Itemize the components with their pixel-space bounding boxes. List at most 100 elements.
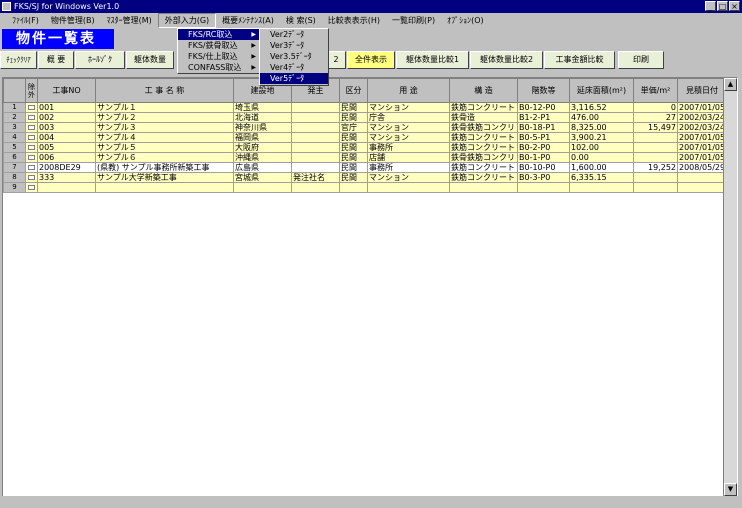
cell-unit-price[interactable]	[633, 182, 678, 193]
cell-estimate-date[interactable]: 2007/01/05	[676, 102, 728, 113]
cell-floors[interactable]	[517, 182, 570, 193]
summary-button[interactable]: 概 要	[38, 51, 74, 69]
close-button[interactable]: ×	[729, 1, 740, 11]
cell-category[interactable]: 官庁	[339, 122, 368, 133]
col-structure[interactable]: 構 造	[449, 78, 518, 103]
minimize-button[interactable]: _	[705, 1, 716, 11]
cell-site[interactable]: 北海道	[233, 112, 292, 123]
cell-project-no[interactable]: 003	[37, 122, 96, 133]
cell-project-name[interactable]: サンプル２	[95, 112, 234, 123]
cell-client[interactable]	[291, 182, 340, 193]
vertical-scrollbar[interactable]: ▲ ▼	[723, 78, 737, 496]
col-floor-area[interactable]: 延床面積(m²)	[569, 78, 634, 103]
check-clear-button[interactable]: ﾁｪｯｸｸﾘｱ	[0, 51, 37, 69]
cell-site[interactable]: 広島県	[233, 162, 292, 173]
cell-client[interactable]	[291, 142, 340, 153]
compare-2-button[interactable]: 2	[326, 51, 346, 69]
cell-project-name[interactable]: サンプル４	[95, 132, 234, 143]
exclude-checkbox[interactable]	[28, 175, 35, 180]
row-number[interactable]: 7	[3, 162, 26, 173]
cell-project-name[interactable]: サンプル大学新築工事	[95, 172, 234, 183]
cell-floors[interactable]: B0-10-P0	[517, 162, 570, 173]
cell-floors[interactable]: B0-1-P0	[517, 152, 570, 163]
cell-site[interactable]: 大阪府	[233, 142, 292, 153]
cell-structure[interactable]: 鉄骨造	[449, 112, 518, 123]
menu-file[interactable]: ﾌｧｲﾙ(F)	[6, 13, 45, 28]
cell-floors[interactable]: B0-18-P1	[517, 122, 570, 133]
exclude-cell[interactable]	[25, 122, 38, 133]
cell-project-name[interactable]: サンプル６	[95, 152, 234, 163]
menu-external-input[interactable]: 外部入力(G)	[157, 13, 217, 28]
cell-client[interactable]	[291, 132, 340, 143]
cell-category[interactable]: 民間	[339, 162, 368, 173]
col-unit-price[interactable]: 単価/m²	[633, 78, 678, 103]
cell-usage[interactable]: マンション	[367, 172, 450, 183]
cell-structure[interactable]: 鉄筋コンクリート	[449, 142, 518, 153]
col-exclude[interactable]: 除外	[25, 78, 38, 103]
cell-category[interactable]	[339, 182, 368, 193]
cell-estimate-date[interactable]	[676, 182, 728, 193]
cell-estimate-date[interactable]: 2007/01/05	[676, 132, 728, 143]
cell-client[interactable]	[291, 152, 340, 163]
cell-usage[interactable]: 事務所	[367, 162, 450, 173]
cell-category[interactable]: 民間	[339, 152, 368, 163]
exclude-checkbox[interactable]	[28, 105, 35, 110]
col-category[interactable]: 区分	[339, 78, 368, 103]
cell-estimate-date[interactable]: 2002/03/24	[676, 122, 728, 133]
cell-client[interactable]	[291, 162, 340, 173]
col-project-name[interactable]: 工 事 名 称	[95, 78, 234, 103]
exclude-cell[interactable]	[25, 142, 38, 153]
cell-site[interactable]: 宮城県	[233, 172, 292, 183]
cell-unit-price[interactable]: 15,497	[633, 122, 678, 133]
cell-category[interactable]: 民間	[339, 172, 368, 183]
cell-floor-area[interactable]: 102.00	[569, 142, 634, 153]
cell-project-no[interactable]: 004	[37, 132, 96, 143]
row-number[interactable]: 8	[3, 172, 26, 183]
cell-project-no[interactable]: 001	[37, 102, 96, 113]
cell-project-name[interactable]: サンプル５	[95, 142, 234, 153]
exclude-checkbox[interactable]	[28, 165, 35, 170]
cell-unit-price[interactable]	[633, 142, 678, 153]
scroll-down-icon[interactable]: ▼	[724, 483, 737, 496]
maximize-button[interactable]: □	[717, 1, 728, 11]
menu-item-ver35[interactable]: Ver3.5ﾃﾞｰﾀ	[260, 51, 328, 62]
cell-floor-area[interactable]: 3,900.21	[569, 132, 634, 143]
cell-estimate-date[interactable]: 2008/05/29	[676, 162, 728, 173]
row-number[interactable]: 6	[3, 152, 26, 163]
exclude-checkbox[interactable]	[28, 145, 35, 150]
cell-floor-area[interactable]: 6,335.15	[569, 172, 634, 183]
cell-structure[interactable]: 鉄筋コンクリート	[449, 162, 518, 173]
exclude-cell[interactable]	[25, 152, 38, 163]
cell-project-no[interactable]	[37, 182, 96, 193]
frame-compare-2-button[interactable]: 躯体数量比較2	[470, 51, 543, 69]
cell-floor-area[interactable]: 0.00	[569, 152, 634, 163]
menu-options[interactable]: ｵﾌﾟｼｮﾝ(O)	[441, 13, 490, 28]
col-usage[interactable]: 用 途	[367, 78, 450, 103]
cell-project-name[interactable]: サンプル３	[95, 122, 234, 133]
menu-item-fks-rc[interactable]: FKS/RC取込 ▶	[178, 29, 259, 40]
cell-category[interactable]: 民間	[339, 102, 368, 113]
cell-project-name[interactable]: (県教) サンプル事務所新築工事	[95, 162, 234, 173]
row-number[interactable]: 5	[3, 142, 26, 153]
row-number[interactable]: 9	[3, 182, 26, 193]
menu-summary-maintenance[interactable]: 概要ﾒﾝﾃﾅﾝｽ(A)	[216, 13, 280, 28]
cell-site[interactable]: 埼玉県	[233, 102, 292, 113]
horizontal-scrollbar[interactable]	[2, 496, 738, 506]
table-row[interactable]: 9	[3, 182, 728, 193]
row-number[interactable]: 2	[3, 112, 26, 123]
cell-usage[interactable]: 店舗	[367, 152, 450, 163]
exclude-cell[interactable]	[25, 182, 38, 193]
frame-compare-1-button[interactable]: 躯体数量比較1	[396, 51, 469, 69]
exclude-cell[interactable]	[25, 132, 38, 143]
cell-unit-price[interactable]	[633, 132, 678, 143]
cell-floors[interactable]: B0-3-P0	[517, 172, 570, 183]
table-row[interactable]: 2 002 サンプル２ 北海道 民間 庁舎 鉄骨造 B1-2-P1 476.00 27 2002/0…	[3, 112, 728, 123]
menu-item-fks-finish[interactable]: FKS/仕上取込 ▶	[178, 51, 259, 62]
cell-unit-price[interactable]: 0	[633, 102, 678, 113]
exclude-cell[interactable]	[25, 172, 38, 183]
cell-estimate-date[interactable]: 2002/03/24	[676, 112, 728, 123]
exclude-cell[interactable]	[25, 102, 38, 113]
row-number[interactable]: 1	[3, 102, 26, 113]
cell-usage[interactable]: マンション	[367, 122, 450, 133]
show-all-button[interactable]: 全件表示	[347, 51, 395, 69]
